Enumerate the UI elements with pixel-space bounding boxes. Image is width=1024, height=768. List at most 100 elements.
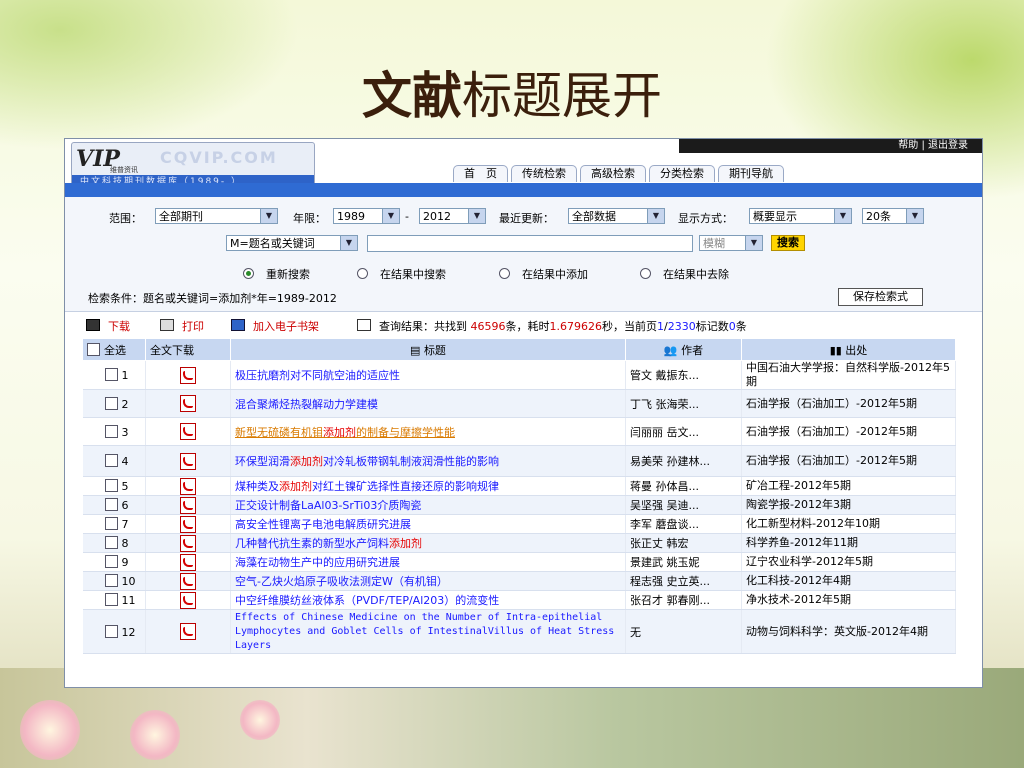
row-select[interactable]: 10 [82, 571, 146, 591]
year-to-select[interactable]: 2012 ▼ [419, 208, 486, 224]
row-title[interactable]: 空气-乙炔火焰原子吸收法测定W（有机钼） [230, 571, 626, 591]
title-link[interactable]: Effects of Chinese Medicine on the Numbe… [235, 612, 614, 651]
row-select[interactable]: 2 [82, 389, 146, 418]
row-source[interactable]: 动物与饲料科学：英文版-2012年4期 [741, 609, 956, 654]
row-source[interactable]: 矿冶工程-2012年5期 [741, 476, 956, 496]
row-download[interactable] [145, 389, 231, 418]
title-link[interactable]: 海藻在动物生产中的应用研究进展 [235, 556, 400, 569]
row-download[interactable] [145, 590, 231, 610]
row-download[interactable] [145, 360, 231, 390]
radio-search-within[interactable]: 在结果中搜索 [357, 266, 446, 282]
row-title[interactable]: 高安全性锂离子电池电解质研究进展 [230, 514, 626, 534]
radio-icon [640, 268, 651, 279]
pdf-icon[interactable] [180, 452, 196, 470]
pdf-icon[interactable] [180, 366, 196, 384]
row-source[interactable]: 石油学报（石油加工）-2012年5期 [741, 417, 956, 446]
title-link[interactable]: 空气-乙炔火焰原子吸收法测定W（有机钼） [235, 575, 448, 588]
tab-category-search[interactable]: 分类检索 [649, 165, 715, 182]
row-download[interactable] [145, 445, 231, 477]
row-source[interactable]: 辽宁农业科学-2012年5期 [741, 552, 956, 572]
print-button[interactable]: 打印 [160, 318, 204, 334]
row-download[interactable] [145, 609, 231, 654]
marked-prefix: 标记数 [695, 320, 729, 333]
radio-add-to-results[interactable]: 在结果中添加 [499, 266, 588, 282]
row-select[interactable]: 9 [82, 552, 146, 572]
row-title[interactable]: 极压抗磨剂对不同航空油的适应性 [230, 360, 626, 390]
row-download[interactable] [145, 417, 231, 446]
title-link[interactable]: 煤种类及添加剂对红土镍矿选择性直接还原的影响规律 [235, 480, 499, 493]
display-select[interactable]: 概要显示 ▼ [749, 208, 852, 224]
row-download[interactable] [145, 476, 231, 496]
row-source[interactable]: 化工新型材料-2012年10期 [741, 514, 956, 534]
row-title[interactable]: 环保型润滑添加剂对冷轧板带钢轧制液润滑性能的影响 [230, 445, 626, 477]
row-select[interactable]: 3 [82, 417, 146, 446]
pdf-icon[interactable] [180, 477, 196, 495]
row-select[interactable]: 7 [82, 514, 146, 534]
pdf-icon[interactable] [180, 534, 196, 552]
row-select[interactable]: 4 [82, 445, 146, 477]
pdf-icon[interactable] [180, 572, 196, 590]
title-link[interactable]: 环保型润滑添加剂对冷轧板带钢轧制液润滑性能的影响 [235, 455, 499, 468]
title-link[interactable]: 极压抗磨剂对不同航空油的适应性 [235, 369, 400, 382]
tab-home[interactable]: 首 页 [453, 165, 508, 182]
row-title[interactable]: Effects of Chinese Medicine on the Numbe… [230, 609, 626, 654]
row-title[interactable]: 煤种类及添加剂对红土镍矿选择性直接还原的影响规律 [230, 476, 626, 496]
scope-select[interactable]: 全部期刊 ▼ [155, 208, 278, 224]
row-source[interactable]: 化工科技-2012年4期 [741, 571, 956, 591]
search-button[interactable]: 搜索 [771, 235, 805, 251]
row-title[interactable]: 中空纤维膜纺丝液体系（PVDF/TEP/Al203）的流变性 [230, 590, 626, 610]
row-download[interactable] [145, 571, 231, 591]
tab-advanced-search[interactable]: 高级检索 [580, 165, 646, 182]
title-link[interactable]: 几种替代抗生素的新型水产饲料添加剂 [235, 537, 422, 550]
pdf-icon[interactable] [180, 423, 196, 440]
tab-traditional-search[interactable]: 传统检索 [511, 165, 577, 182]
row-source[interactable]: 中国石油大学学报：自然科学版-2012年5期 [741, 360, 956, 390]
select-all-header[interactable]: 全选 [82, 338, 146, 361]
row-source[interactable]: 石油学报（石油加工）-2012年5期 [741, 445, 956, 477]
download-button[interactable]: 下载 [86, 318, 130, 334]
row-title[interactable]: 混合聚烯烃热裂解动力学建模 [230, 389, 626, 418]
title-keyword: 添加剂 [279, 480, 312, 493]
row-source[interactable]: 石油学报（石油加工）-2012年5期 [741, 389, 956, 418]
row-download[interactable] [145, 552, 231, 572]
title-link[interactable]: 正交设计制备LaAl03-SrTi03介质陶瓷 [235, 499, 421, 512]
row-select[interactable]: 1 [82, 360, 146, 390]
row-download[interactable] [145, 495, 231, 515]
row-download[interactable] [145, 533, 231, 553]
tab-journal-nav[interactable]: 期刊导航 [718, 165, 784, 182]
year-from-select[interactable]: 1989 ▼ [333, 208, 400, 224]
row-title[interactable]: 正交设计制备LaAl03-SrTi03介质陶瓷 [230, 495, 626, 515]
title-link[interactable]: 新型无硫磷有机钼添加剂的制备与摩擦学性能 [235, 426, 455, 439]
radio-remove-from-results[interactable]: 在结果中去除 [640, 266, 729, 282]
row-source[interactable]: 陶瓷学报-2012年3期 [741, 495, 956, 515]
save-query-button[interactable]: 保存检索式 [838, 288, 923, 306]
title-link[interactable]: 混合聚烯烃热裂解动力学建模 [235, 398, 378, 411]
top-links[interactable]: 帮助 | 退出登录 [679, 139, 982, 153]
pdf-icon[interactable] [180, 496, 196, 514]
row-title[interactable]: 海藻在动物生产中的应用研究进展 [230, 552, 626, 572]
row-select[interactable]: 11 [82, 590, 146, 610]
pdf-icon[interactable] [180, 623, 196, 640]
title-link[interactable]: 中空纤维膜纺丝液体系（PVDF/TEP/Al203）的流变性 [235, 594, 499, 607]
row-select[interactable]: 6 [82, 495, 146, 515]
row-source[interactable]: 科学养鱼-2012年11期 [741, 533, 956, 553]
search-input[interactable] [367, 235, 693, 252]
pdf-icon[interactable] [180, 553, 196, 571]
row-source[interactable]: 净水技术-2012年5期 [741, 590, 956, 610]
update-select[interactable]: 全部数据 ▼ [568, 208, 665, 224]
mode-select[interactable]: 模糊 ▼ [699, 235, 763, 251]
field-select[interactable]: M=题名或关键词 ▼ [226, 235, 358, 251]
radio-new-search[interactable]: 重新搜索 [243, 266, 310, 282]
row-title[interactable]: 新型无硫磷有机钼添加剂的制备与摩擦学性能 [230, 417, 626, 446]
add-ebook-button[interactable]: 加入电子书架 [231, 318, 319, 334]
title-link[interactable]: 高安全性锂离子电池电解质研究进展 [235, 518, 411, 531]
row-title[interactable]: 几种替代抗生素的新型水产饲料添加剂 [230, 533, 626, 553]
pdf-icon[interactable] [180, 395, 196, 412]
pdf-icon[interactable] [180, 515, 196, 533]
count-select[interactable]: 20条 ▼ [862, 208, 924, 224]
row-select[interactable]: 5 [82, 476, 146, 496]
row-select[interactable]: 12 [82, 609, 146, 654]
pdf-icon[interactable] [180, 591, 196, 609]
row-download[interactable] [145, 514, 231, 534]
row-select[interactable]: 8 [82, 533, 146, 553]
